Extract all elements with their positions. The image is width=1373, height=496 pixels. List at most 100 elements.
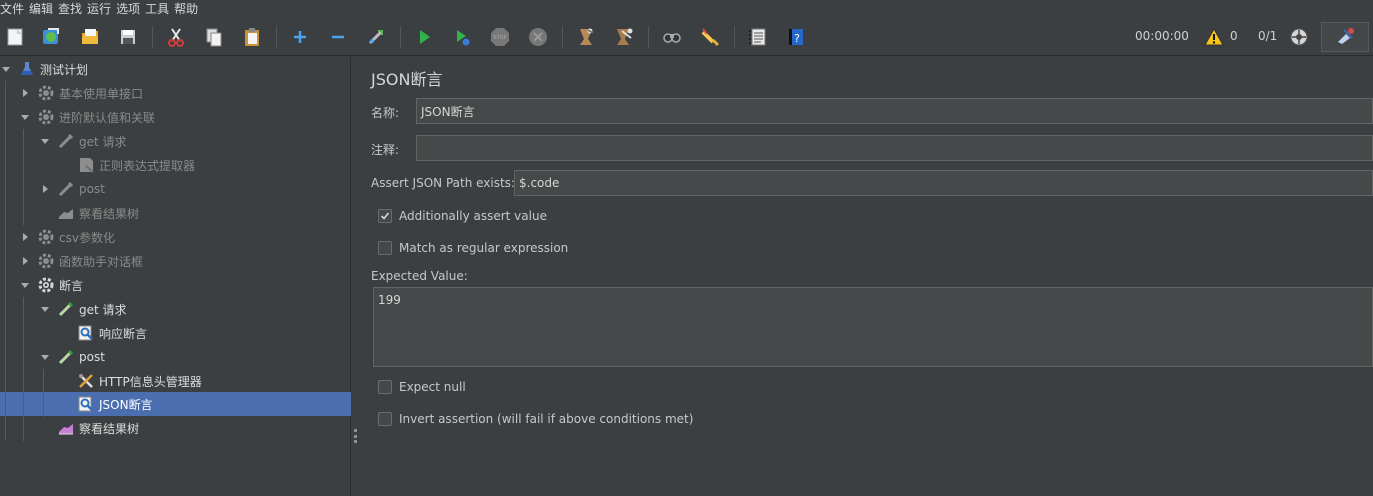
checkbox-empty-icon[interactable] [378,241,392,255]
toggle-icon[interactable] [363,24,389,50]
pipette-icon [57,300,75,318]
menu-file[interactable]: 文件 [0,2,29,16]
menu-edit[interactable]: 编辑 [29,2,58,16]
copy-icon[interactable] [201,24,227,50]
clear-all-icon[interactable] [611,24,637,50]
checkbox-label: Additionally assert value [399,209,547,223]
expected-value-textarea[interactable]: 199 [373,287,1373,367]
templates-icon[interactable] [38,24,64,50]
flask-icon [18,60,36,78]
new-icon[interactable] [2,24,28,50]
expanded-arrow-icon[interactable] [39,135,51,147]
tree-item-label: 察看结果树 [79,206,140,221]
tree-item-assertion-group[interactable]: 断言 [19,273,83,297]
collapsed-arrow-icon[interactable] [19,87,31,99]
expanded-arrow-icon[interactable] [19,279,31,291]
pipette-icon [57,348,75,366]
remote-icon[interactable] [1286,24,1312,50]
tree-item-header-manager[interactable]: HTTP信息头管理器 [59,369,202,393]
checkbox-label: Invert assertion (will fail if above con… [399,412,694,426]
expanded-arrow-icon[interactable] [39,351,51,363]
elapsed-time: 00:00:00 [1135,29,1189,43]
collapsed-arrow-icon[interactable] [19,255,31,267]
tree-item-advanced[interactable]: 进阶默认值和关联 [19,105,155,129]
cut-icon[interactable] [163,24,189,50]
name-field[interactable]: JSON断言 [416,98,1373,124]
help-icon[interactable]: ? [783,24,809,50]
tree-item-label: get 请求 [79,302,127,317]
menu-search[interactable]: 查找 [58,2,87,16]
tree-item-csv[interactable]: csv参数化 [19,225,115,249]
jmeter-window: 文件 编辑 查找 运行 选项 工具 帮助 STOP ? 00:00:00 0 0… [0,0,1373,496]
tree-item-get-request-2[interactable]: get 请求 [39,297,127,321]
expanded-arrow-icon[interactable] [19,111,31,123]
test-plan-tree: 测试计划 基本使用单接口 进阶默认值和关联 get 请求 正则表达式提取器 po… [0,57,351,496]
stop-icon[interactable]: STOP [487,24,513,50]
start-no-pause-icon[interactable] [449,24,475,50]
tree-item-post[interactable]: post [39,177,105,201]
panel-title: JSON断言 [371,70,443,89]
chart-icon [57,419,75,437]
tree-item-label: csv参数化 [59,230,115,245]
clear-icon[interactable] [573,24,599,50]
tree-item-get-request[interactable]: get 请求 [39,129,127,153]
expanded-arrow-icon[interactable] [39,303,51,315]
comment-field[interactable] [416,135,1373,161]
tree-item-json-assertion[interactable]: JSON断言 [59,392,153,416]
tree-item-post-2[interactable]: post [39,345,105,369]
warning-icon[interactable] [1201,24,1227,50]
additionally-assert-checkbox[interactable]: Additionally assert value [378,209,547,223]
save-icon[interactable] [115,24,141,50]
invert-assertion-checkbox[interactable]: Invert assertion (will fail if above con… [378,412,693,426]
search-icon[interactable] [659,24,685,50]
active-threads: 0/1 [1258,29,1278,43]
checkbox-empty-icon[interactable] [378,380,392,394]
name-label: 名称: [371,106,400,120]
log-viewer-icon[interactable] [1321,22,1369,52]
tree-item-view-results[interactable]: 察看结果树 [39,201,139,225]
pipette-icon [57,180,75,198]
tools-icon [77,372,95,390]
open-icon[interactable] [77,24,103,50]
tree-item-response-assertion[interactable]: 响应断言 [59,321,147,345]
menu-run[interactable]: 运行 [87,2,116,16]
checkbox-checked-icon[interactable] [378,209,392,223]
match-regex-checkbox[interactable]: Match as regular expression [378,241,568,255]
drag-handle-icon[interactable] [354,429,357,443]
menu-options[interactable]: 选项 [116,2,145,16]
tree-item-label: post [79,350,105,364]
shutdown-icon[interactable] [525,24,551,50]
expanded-arrow-icon[interactable] [0,63,12,75]
svg-text:?: ? [794,32,800,45]
svg-text:STOP: STOP [493,35,506,41]
expand-icon[interactable] [287,24,313,50]
json-path-field[interactable]: $.code [514,170,1373,196]
function-helper-icon[interactable] [745,24,771,50]
json-path-label: Assert JSON Path exists: [371,176,515,190]
checkbox-empty-icon[interactable] [378,412,392,426]
tree-item-label: post [79,182,105,196]
tree-item-label: 断言 [59,278,84,293]
tree-item-label: 响应断言 [99,326,148,341]
tree-item-function-helper[interactable]: 函数助手对话框 [19,249,143,273]
menu-tools[interactable]: 工具 [145,2,174,16]
tree-item-view-results-2[interactable]: 察看结果树 [39,416,139,440]
tree-item-regex-extractor[interactable]: 正则表达式提取器 [59,153,195,177]
expect-null-checkbox[interactable]: Expect null [378,380,466,394]
json-assertion-panel: JSON断言 名称: JSON断言 注释: Assert JSON Path e… [360,57,1373,496]
split-pane-divider[interactable] [351,57,360,496]
reset-search-icon[interactable] [697,24,723,50]
tree-item-test-plan[interactable]: 测试计划 [0,57,88,81]
gear-icon [37,108,55,126]
paste-icon[interactable] [239,24,265,50]
tree-item-basic[interactable]: 基本使用单接口 [19,81,143,105]
start-icon[interactable] [411,24,437,50]
gear-icon [37,84,55,102]
tree-item-label: HTTP信息头管理器 [99,374,202,389]
collapsed-arrow-icon[interactable] [39,183,51,195]
gear-icon [37,228,55,246]
menu-help[interactable]: 帮助 [174,2,203,16]
collapsed-arrow-icon[interactable] [19,231,31,243]
tree-item-label: 察看结果树 [79,421,140,436]
collapse-icon[interactable] [325,24,351,50]
